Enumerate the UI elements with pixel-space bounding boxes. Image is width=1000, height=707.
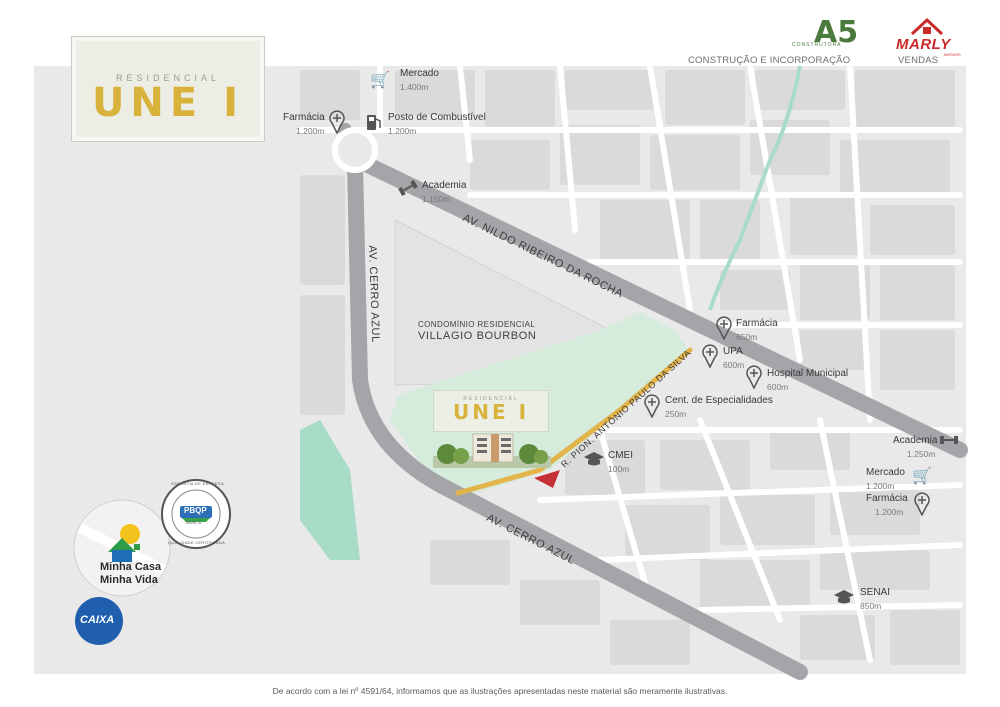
poi-posto-name: Posto de Combustível (388, 112, 486, 123)
condominium-label-2: VILLAGIO BOURBON (418, 330, 537, 342)
roundabout (332, 127, 378, 173)
pharmacy-cross-icon (716, 316, 732, 340)
cart-icon: 🛒 (912, 468, 932, 485)
poi-farmacia-mid-name: Farmácia (736, 318, 778, 329)
pbqp-top-text: GARANTIA DE ENTREGA (171, 481, 225, 486)
poi-upa-distance: 600m (723, 360, 745, 370)
poi-senai-name: SENAI (860, 587, 891, 598)
poi-cmei-name: CMEI (608, 450, 633, 461)
pbqp-mark: PBQP (184, 506, 207, 515)
poi-upa-name: UPA (723, 346, 743, 357)
poi-farmacia-mid-distance: 650m (736, 332, 758, 342)
fuel-pump-icon (367, 115, 381, 130)
graduation-cap-icon (584, 452, 604, 466)
health-cross-icon (746, 365, 762, 389)
poi-farmacia-right-name: Farmácia (866, 493, 908, 504)
project-inset-title: UNE I (452, 400, 530, 424)
poi-posto-distance: 1.200m (388, 126, 417, 136)
health-cross-icon (644, 394, 660, 418)
poi-senai-distance: 850m (860, 601, 882, 611)
project-title-box: RESIDENCIAL UNE I (71, 36, 265, 142)
poi-hospital-name: Hospital Municipal (767, 368, 849, 379)
poi-especialidades-name: Cent. de Especialidades (665, 395, 773, 406)
building-illustration (433, 433, 551, 468)
project-title: UNE I (91, 80, 245, 126)
seller-caption: VENDAS (898, 55, 939, 66)
project-inset: RESIDENCIAL UNE I (433, 390, 551, 468)
poi-mercado-top-name: Mercado (400, 68, 439, 79)
mcmv-line-1: Minha Casa (100, 561, 162, 573)
pharmacy-cross-icon (914, 492, 930, 516)
condominium-label-1: CONDOMÍNIO RESIDENCIAL (418, 320, 536, 329)
project-inset-logo: RESIDENCIAL UNE I (433, 390, 549, 432)
poi-academia-top-distance: 1.150m (422, 194, 451, 204)
poi-farmacia-right-distance: 1.200m (875, 507, 904, 517)
pharmacy-cross-icon (329, 110, 345, 134)
dumbbell-icon (398, 180, 418, 196)
graduation-cap-icon (834, 590, 854, 604)
poi-academia-right-name: Academia (893, 435, 938, 446)
dumbbell-icon (940, 436, 958, 444)
poi-farmacia-top-name: Farmácia (283, 112, 325, 123)
poi-especialidades-distance: 250m (665, 409, 687, 419)
pbqp-bottom-text: QUALIDADE CERTIFICADA (168, 540, 226, 545)
poi-academia-top-name: Academia (422, 180, 467, 191)
pbqp-level: NÍVEL A (186, 520, 201, 525)
cart-icon: 🛒 (370, 72, 390, 89)
poi-hospital-distance: 600m (767, 382, 789, 392)
mcmv-line-2: Minha Vida (100, 574, 158, 586)
seller-logo-text: MARLY (896, 36, 951, 53)
poi-academia-right-distance: 1.250m (907, 449, 936, 459)
seller-logo-sub: IMÓVEIS (944, 52, 961, 57)
poi-mercado-right-distance: 1.200m (866, 481, 895, 491)
poi-farmacia-top-distance: 1.200m (296, 126, 325, 136)
disclaimer-text: De acordo com a lei nº 4591/64, informam… (272, 686, 728, 696)
poi-mercado-right-name: Mercado (866, 467, 905, 478)
builder-logo-text: CONSTRUTORA (792, 42, 842, 48)
poi-mercado-top-distance: 1.400m (400, 82, 429, 92)
caixa-text: CAIXA (80, 614, 115, 626)
poi-cmei-distance: 100m (608, 464, 630, 474)
health-cross-icon (702, 344, 718, 368)
builder-caption: CONSTRUÇÃO E INCORPORAÇÃO (688, 55, 851, 66)
